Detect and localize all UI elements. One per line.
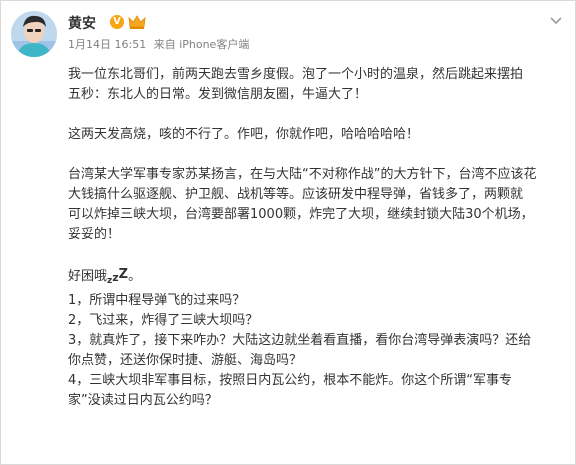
text-line: 这两天发高烧，咳的不行了。作吧，你就作吧，哈哈哈哈哈！ <box>68 127 420 142</box>
post-paragraph-1: 我一位东北哥们，前两天跑去雪乡度假。泡了一个小时的温泉，然后跳起来摆拍 五秒：东… <box>68 65 568 105</box>
text-line: 妥妥的！ <box>68 227 121 242</box>
text-line: 五秒：东北人的日常。发到微信朋友圈，牛逼大了！ <box>68 87 368 102</box>
text-line: 3，就真炸了，接下来咋办？大陆这边就坐着看直播，看你台湾导弹表演吗？还给 <box>68 333 532 348</box>
text-line: 4，三峡大坝非军事目标，按照日内瓦公约，根本不能炸。你这个所谓“军事专 <box>68 373 513 388</box>
post-source: 来自 iPhone客户端 <box>153 38 250 51</box>
crown-icon <box>128 15 146 29</box>
post-meta: 1月14日 16:51 来自 iPhone客户端 <box>68 36 253 52</box>
avatar[interactable] <box>11 11 57 57</box>
post-timestamp[interactable]: 1月14日 16:51 <box>68 38 146 51</box>
post-text: 我一位东北哥们，前两天跑去雪乡度假。泡了一个小时的温泉，然后跳起来摆拍 五秒：东… <box>68 65 568 411</box>
weibo-post-card: 黄安 V 1月14日 16:51 来自 iPhone客户端 我一位东北哥们，前两… <box>0 0 576 465</box>
closing-intro: 好困哦 <box>68 269 108 284</box>
text-line: 我一位东北哥们，前两天跑去雪乡度假。泡了一个小时的温泉，然后跳起来摆拍 <box>68 67 524 82</box>
chevron-down-icon[interactable] <box>549 15 563 25</box>
text-line: 可以炸掉三峡大坝，台湾要部署1000颗，炸完了大坝，继续封锁大陆30个机场， <box>68 207 534 222</box>
post-paragraph-2: 这两天发高烧，咳的不行了。作吧，你就作吧，哈哈哈哈哈！ <box>68 125 568 145</box>
text-line: 1，所谓中程导弹飞的过来吗？ <box>68 293 246 308</box>
text-line: 家”没读过日内瓦公约吗？ <box>68 393 218 408</box>
text-line: 大钱搞什么驱逐舰、护卫舰、战机等等。应该研发中程导弹，省钱多了，两颗就 <box>68 187 524 202</box>
sleep-zzz-icon: zzZ <box>107 267 129 286</box>
verified-v-icon: V <box>110 15 124 29</box>
author-name[interactable]: 黄安 <box>68 13 96 33</box>
text-line: 台湾某大学军事专家苏某扬言，在与大陆“不对称作战”的大方针下，台湾不应该花 <box>68 167 537 182</box>
post-paragraph-4: 好困哦zzZ。 1，所谓中程导弹飞的过来吗？ 2，飞过来，炸得了三峡大坝吗？ 3… <box>68 267 532 408</box>
avatar-image <box>11 11 57 57</box>
text-line: 2，飞过来，炸得了三峡大坝吗？ <box>68 313 259 328</box>
text-line: 你点赞，还送你保时捷、游艇、海岛吗？ <box>68 353 303 368</box>
post-paragraph-3: 台湾某大学军事专家苏某扬言，在与大陆“不对称作战”的大方针下，台湾不应该花 大钱… <box>68 165 568 245</box>
